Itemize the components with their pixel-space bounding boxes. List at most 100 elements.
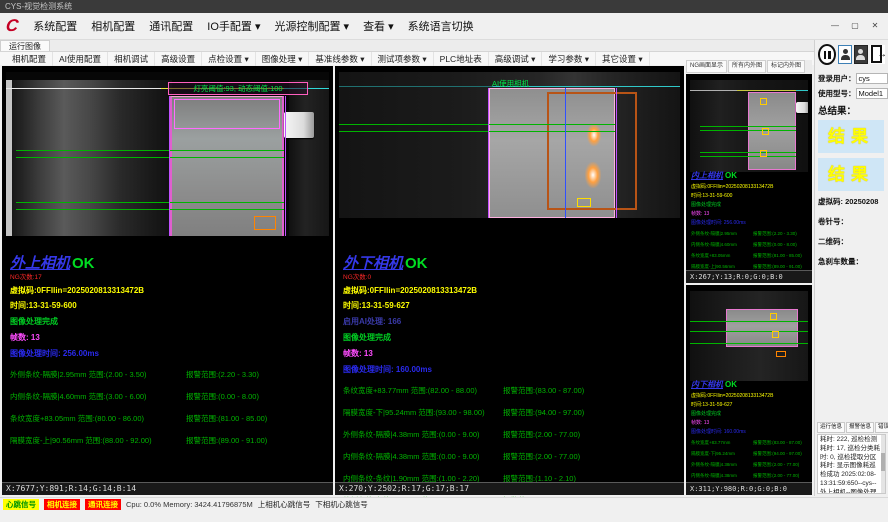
edge-marker-line	[616, 88, 617, 218]
menu-view[interactable]: 查看 ▾	[356, 15, 401, 37]
log-block: 运行信息报警信息错误信息 耗时: 222, 巡检检测耗时: 17, 巡检分类耗时…	[817, 422, 886, 494]
ai-detect-rectangle	[547, 92, 637, 210]
user-icon	[858, 49, 863, 54]
measurement-alarm: 报警范围:(2.00 - 77.00)	[503, 429, 580, 440]
camera-image-outer-top[interactable]: 灯亮阈值:93, 动态阈值:100	[6, 72, 329, 236]
camera-link-badge: 相机连接	[44, 499, 80, 510]
camera-name: 外上相机	[10, 255, 70, 272]
menu-language[interactable]: 系统语言切换	[401, 15, 481, 37]
machine-background	[289, 80, 329, 236]
measurement-alarm: 报警范围:(0.00 - 8.00)	[753, 242, 797, 248]
upper-camera-heartbeat-link[interactable]: 上相机心跳信号	[258, 499, 311, 510]
window-controls: — ▢ ✕	[826, 19, 884, 33]
measurement-list: 外侧条纹-隔膜|2.95mm 报警范围:(2.20 - 3.30) 内侧条纹-隔…	[691, 231, 810, 270]
toolbar-item[interactable]: PLC地址表	[434, 52, 489, 66]
toolbar-item[interactable]: 测试项参数 ▾	[372, 52, 434, 66]
tab-run-image[interactable]: 运行图像	[0, 40, 50, 51]
toolbar-item[interactable]: 相机配置	[6, 52, 53, 66]
result-text-block: 外下相机OK NG次数:0 虚拟码:0FFIlin=20250208133134…	[343, 252, 680, 517]
measurement-row: 隔膜宽度-上|90.56mm 范围:(88.00 - 92.00) 报警范围:(…	[10, 435, 329, 446]
log-tab[interactable]: 报警信息	[846, 422, 874, 433]
menu-io-config[interactable]: IO手配置 ▾	[200, 15, 267, 37]
barcode-line: 虚拟码:0FFIlin=2025020813313472B	[691, 392, 810, 399]
log-scrollbar-thumb[interactable]	[881, 453, 885, 471]
inspected-part	[748, 92, 796, 170]
camera-image-inner-bottom[interactable]	[690, 291, 808, 381]
camera-image-inner-top[interactable]	[690, 80, 808, 172]
qr-code-label: 二维码：	[818, 236, 885, 247]
login-user-button[interactable]	[838, 45, 852, 64]
measure-line	[339, 131, 615, 132]
barcode-line: 虚拟码:0FFIlin=2025020813313472B	[10, 285, 329, 296]
result-text-block: 外上相机OK NG次数:17 虚拟码:0FFIlin=2025020813313…	[10, 252, 329, 457]
camera-result-title: 外下相机OK	[343, 252, 680, 273]
measure-line	[16, 209, 284, 210]
time-line: 时间:13-31-59-600	[691, 192, 810, 199]
roll-needle-label: 卷针号：	[818, 216, 885, 227]
minimize-button[interactable]: —	[826, 19, 844, 33]
toolbar-item[interactable]: AI使用配置	[53, 52, 108, 66]
measurement-alarm: 报警范围:(2.00 - 77.00)	[753, 462, 799, 468]
close-button[interactable]: ✕	[866, 19, 884, 33]
measurement-row: 隔膜宽度-下|95.24mm 报警范围:(94.00 - 97.00)	[691, 451, 810, 457]
pixel-status-bar: X:311;Y:980;R:0;G:0;B:0	[686, 482, 812, 495]
measurement-value: 内侧条纹-隔膜|4.60mm	[691, 242, 753, 248]
model-field[interactable]: Model1	[856, 88, 888, 99]
measurement-row: 内侧条纹-隔膜|4.38mm 范围:(0.00 - 9.00) 报警范围:(2.…	[343, 451, 680, 462]
login-user-field[interactable]: cys	[856, 73, 888, 84]
log-tab[interactable]: 运行信息	[817, 422, 845, 433]
tab-row: 运行图像	[0, 40, 814, 52]
log-scrollbar[interactable]	[881, 435, 885, 493]
toolbar-item[interactable]: 高级设置	[155, 52, 202, 66]
total-result-label: 总结果：	[818, 103, 885, 117]
right-view-tab[interactable]: 所有内外图	[728, 60, 766, 73]
process-done-line: 图像处理完成	[10, 316, 329, 327]
measurement-value: 条纹宽度+83.77mm 范围:(82.00 - 88.00)	[343, 385, 503, 396]
ai-camera-label: AI使用相机	[492, 78, 554, 89]
measurement-value: 隔膜宽度-下|95.24mm 范围:(93.00 - 98.00)	[343, 407, 503, 418]
process-time-line: 图像处理时间: 160.00ms	[691, 428, 810, 435]
result-display-bottom: 结果	[818, 158, 884, 191]
measurement-row: 内侧条纹-隔膜|4.60mm 范围:(3.00 - 6.00) 报警范围:(0.…	[10, 391, 329, 402]
login-user-label: 登录用户：	[818, 73, 856, 84]
measurement-alarm: 报警范围:(2.00 - 77.00)	[503, 451, 580, 462]
right-view-tab[interactable]: 标记内外图	[767, 60, 805, 73]
threshold-label: 灯亮阈值:93, 动态阈值:100	[168, 82, 308, 95]
toolbar-item[interactable]: 基准线参数 ▾	[309, 52, 371, 66]
detect-box	[254, 216, 276, 230]
toolbar-item[interactable]: 其它设置 ▾	[596, 52, 650, 66]
camera-result-title: 内下相机OK	[691, 379, 810, 390]
camera-panel-inner-top: 内上相机OK 虚拟码:0FFIlin=2025020813313472B 时间:…	[686, 74, 812, 283]
measurement-alarm: 报警范围:(94.00 - 97.00)	[753, 451, 802, 457]
lower-camera-heartbeat-link[interactable]: 下相机心跳信号	[315, 499, 368, 510]
right-view-tab[interactable]: NG画面显示	[686, 60, 727, 73]
result-ok: OK	[725, 380, 737, 389]
machine-background	[12, 80, 172, 236]
connector-tab	[284, 112, 314, 138]
measurement-alarm: 报警范围:(81.00 - 85.00)	[753, 253, 802, 259]
toolbar-item[interactable]: 图像处理 ▾	[256, 52, 310, 66]
toolbar-item[interactable]: 相机调试	[108, 52, 155, 66]
maximize-button[interactable]: ▢	[846, 19, 864, 33]
log-text-area[interactable]: 耗时: 222, 巡检检测耗时: 17, 巡检分类耗时: 0, 巡检提取分区耗时…	[817, 434, 886, 494]
menu-comm-config[interactable]: 通讯配置	[142, 15, 200, 37]
time-line: 时间:13-31-59-600	[10, 300, 329, 311]
camera-image-outer-bottom[interactable]: AI使用相机	[339, 72, 680, 218]
detect-box	[760, 150, 767, 157]
menu-system-config[interactable]: 系统配置	[26, 15, 84, 37]
measurement-value: 内侧条纹-隔膜|4.60mm 范围:(3.00 - 6.00)	[10, 391, 186, 402]
detect-box	[577, 198, 591, 207]
pause-button[interactable]	[818, 44, 836, 65]
log-tab[interactable]: 错误信息	[875, 422, 888, 433]
measure-line	[16, 202, 284, 203]
measurement-alarm: 报警范围:(2.20 - 3.30)	[753, 231, 797, 237]
user-manage-button[interactable]	[854, 45, 868, 64]
menu-light-config[interactable]: 光源控制配置 ▾	[267, 15, 356, 37]
toolbar-item[interactable]: 学习参数 ▾	[542, 52, 596, 66]
menu-camera-config[interactable]: 相机配置	[84, 15, 142, 37]
result-ok: OK	[405, 255, 428, 272]
measurement-alarm: 报警范围:(81.00 - 85.00)	[186, 413, 267, 424]
toolbar-item[interactable]: 点检设置 ▾	[202, 52, 256, 66]
exit-button[interactable]: →	[870, 45, 885, 64]
toolbar-item[interactable]: 高级调试 ▾	[489, 52, 543, 66]
